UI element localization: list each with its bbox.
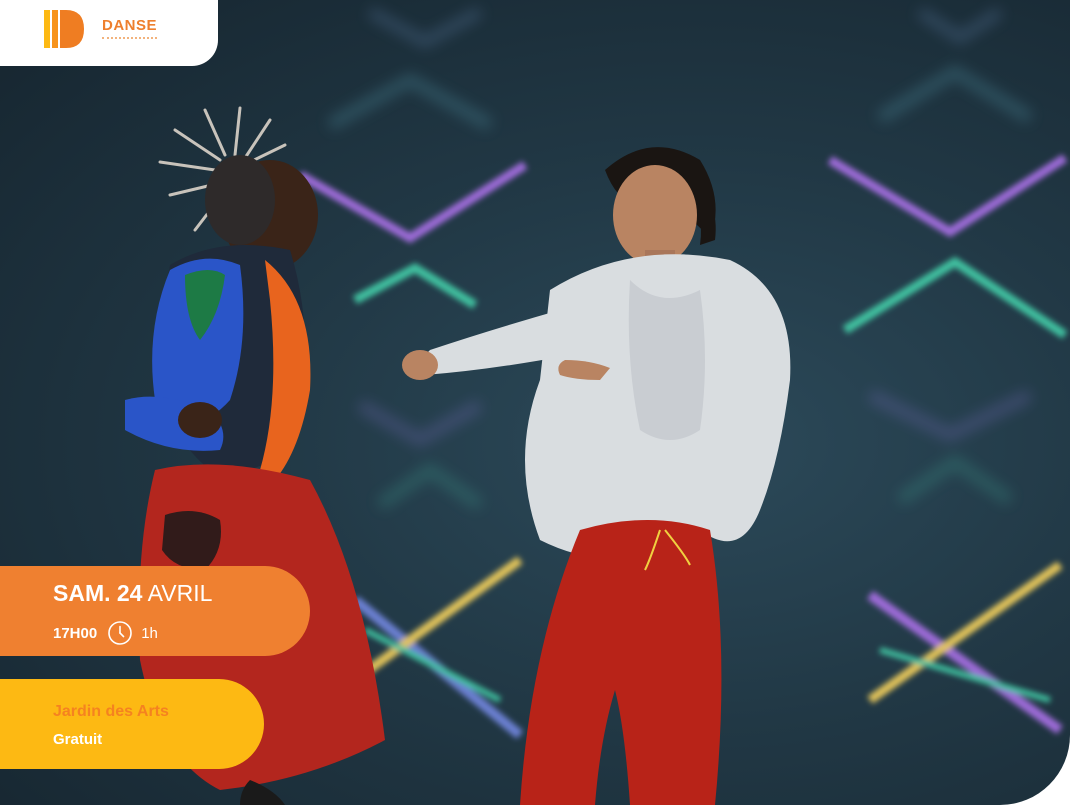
venue-name: Jardin des Arts — [53, 703, 169, 720]
event-date-pill: SAM. 24 AVRIL 17H00 1h — [0, 566, 310, 656]
category-label[interactable]: DANSE — [102, 17, 158, 39]
event-time-row: 17H00 1h — [53, 620, 158, 646]
event-card[interactable]: DANSE SAM. 24 AVRIL 17H00 1h Jardin des … — [0, 0, 1070, 805]
letter-d-stripes-logo — [44, 10, 84, 48]
event-day: SAM. 24 — [53, 580, 143, 606]
event-duration: 1h — [141, 624, 158, 642]
event-price: Gratuit — [53, 731, 103, 748]
event-month: AVRIL — [147, 580, 213, 606]
dancer-right-image — [402, 147, 791, 805]
event-date: SAM. 24 AVRIL — [53, 580, 212, 607]
clock-icon — [107, 620, 133, 646]
event-venue-pill: Jardin des Arts Gratuit — [0, 679, 264, 769]
category-tag[interactable]: DANSE — [0, 0, 218, 66]
event-time: 17H00 — [53, 624, 98, 642]
